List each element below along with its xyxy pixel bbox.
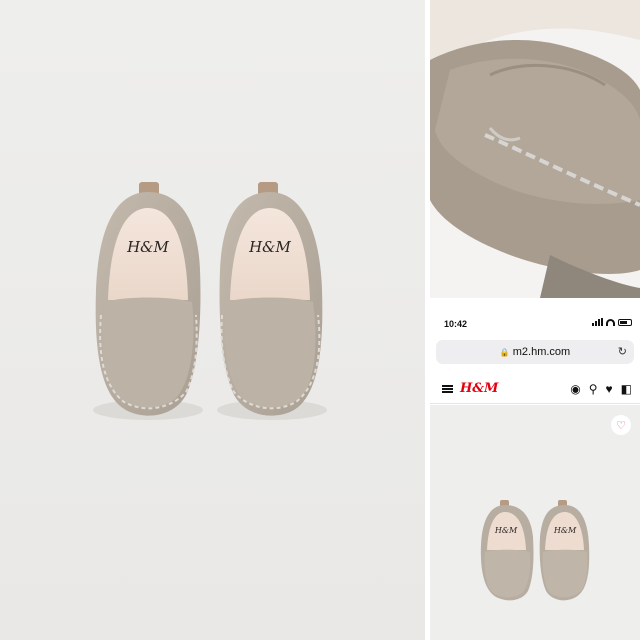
search-icon[interactable]: ⚲ — [589, 382, 598, 396]
thumb-left-brand-imprint: H&M — [494, 526, 518, 535]
phone-screenshot: 10:42 🔒 m2.hm.com ↻ H&M ◉ ⚲ ♥ ◧ ♡ H&M H&… — [430, 304, 640, 640]
main-product-photo: H&M H&M — [0, 0, 425, 640]
product-image-area: ♡ H&M H&M — [430, 405, 640, 640]
baby-moccasins-image: H&M H&M — [93, 182, 327, 420]
favorite-button[interactable]: ♡ — [611, 415, 631, 435]
thumb-right-brand-imprint: H&M — [553, 526, 577, 535]
right-shoe-brand-imprint: H&M — [248, 238, 291, 256]
heart-icon[interactable]: ♥ — [606, 382, 613, 396]
battery-icon — [618, 318, 632, 326]
wifi-icon — [606, 318, 615, 326]
browser-url-bar[interactable]: 🔒 m2.hm.com ↻ — [436, 340, 634, 364]
right-shoe: H&M — [217, 182, 327, 420]
left-shoe: H&M — [93, 182, 203, 420]
product-thumbnail-image: H&M H&M — [480, 500, 590, 601]
status-bar: 10:42 — [430, 304, 640, 338]
header-icons: ◉ ⚲ ♥ ◧ — [570, 382, 632, 396]
browser-url: m2.hm.com — [512, 346, 571, 358]
suede-stitching-closeup-image — [430, 0, 640, 298]
reload-icon[interactable]: ↻ — [618, 345, 627, 358]
status-icons — [592, 318, 632, 326]
left-shoe-brand-imprint: H&M — [126, 238, 169, 256]
bag-icon[interactable]: ◧ — [621, 382, 632, 396]
status-time: 10:42 — [444, 319, 468, 329]
site-header: H&M ◉ ⚲ ♥ ◧ — [430, 374, 640, 404]
lock-icon: 🔒 — [499, 347, 510, 357]
heart-outline-icon: ♡ — [616, 419, 626, 432]
site-logo[interactable]: H&M — [460, 381, 498, 396]
signal-icon — [592, 318, 603, 326]
menu-icon[interactable] — [442, 385, 453, 393]
account-icon[interactable]: ◉ — [570, 382, 580, 396]
closeup-photo — [430, 0, 640, 298]
